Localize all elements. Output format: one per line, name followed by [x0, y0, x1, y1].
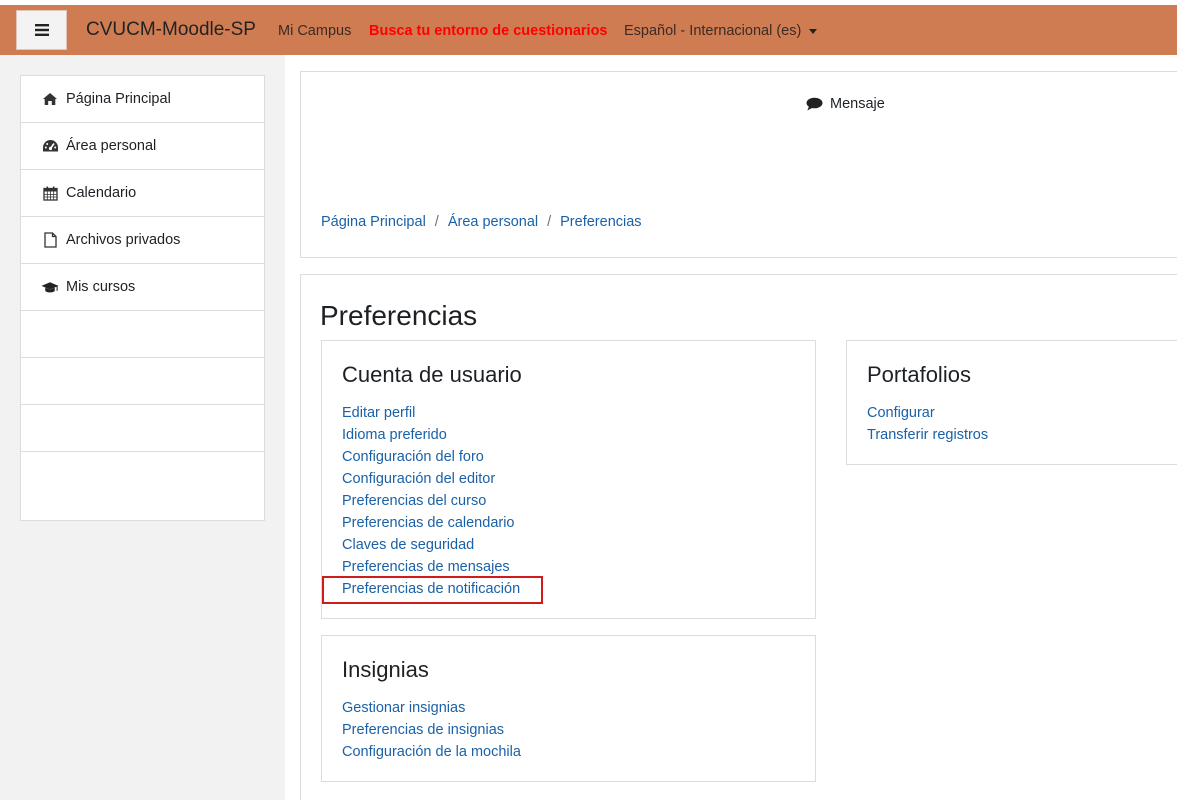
- sidebar-item-label: Archivos privados: [66, 232, 181, 248]
- home-icon: [41, 91, 59, 107]
- site-brand[interactable]: CVUCM-Moodle-SP: [86, 19, 256, 41]
- nav-drawer-toggle-button[interactable]: [16, 10, 67, 50]
- nav-drawer: Página Principal Área personal Calendari…: [20, 75, 265, 521]
- insignias-section: Insignias Gestionar insignias Preferenci…: [321, 635, 816, 782]
- preferencias-calendario-link[interactable]: Preferencias de calendario: [342, 512, 520, 534]
- editar-perfil-link[interactable]: Editar perfil: [342, 402, 520, 424]
- section-links: Gestionar insignias Preferencias de insi…: [342, 697, 521, 763]
- section-title: Cuenta de usuario: [342, 362, 522, 387]
- gestionar-insignias-link[interactable]: Gestionar insignias: [342, 697, 521, 719]
- sidebar-item-label: Página Principal: [66, 91, 171, 107]
- comment-icon: [806, 97, 823, 111]
- sidebar-item-empty: [21, 311, 264, 358]
- section-title: Insignias: [342, 657, 429, 682]
- caret-down-icon: [809, 28, 818, 34]
- preferencias-notificacion-link[interactable]: Preferencias de notificación: [342, 578, 520, 600]
- breadcrumb-separator: /: [547, 214, 552, 230]
- top-navbar: CVUCM-Moodle-SP Mi Campus Busca tu entor…: [0, 5, 1177, 55]
- configurar-link[interactable]: Configurar: [867, 402, 988, 424]
- preferencias-curso-link[interactable]: Preferencias del curso: [342, 490, 520, 512]
- idioma-preferido-link[interactable]: Idioma preferido: [342, 424, 520, 446]
- transferir-registros-link[interactable]: Transferir registros: [867, 424, 988, 446]
- breadcrumb-item-preferencias[interactable]: Preferencias: [560, 214, 641, 230]
- calendar-icon: [41, 185, 59, 201]
- nav-mi-campus-link[interactable]: Mi Campus: [278, 23, 351, 39]
- sidebar-item-label: Área personal: [66, 138, 157, 154]
- cuenta-de-usuario-section: Cuenta de usuario Editar perfil Idioma p…: [321, 340, 816, 619]
- breadcrumb: Página Principal / Área personal / Prefe…: [321, 214, 642, 230]
- configuracion-foro-link[interactable]: Configuración del foro: [342, 446, 520, 468]
- configuracion-mochila-link[interactable]: Configuración de la mochila: [342, 741, 521, 763]
- breadcrumb-item-area-personal[interactable]: Área personal: [448, 214, 538, 230]
- sidebar-item-label: Calendario: [66, 185, 137, 201]
- breadcrumb-item-pagina-principal[interactable]: Página Principal: [321, 214, 426, 230]
- claves-seguridad-link[interactable]: Claves de seguridad: [342, 534, 520, 556]
- page-title: Preferencias: [320, 300, 478, 331]
- sidebar-item-pagina-principal[interactable]: Página Principal: [21, 76, 264, 123]
- nav-busca-link[interactable]: Busca tu entorno de cuestionarios: [369, 23, 608, 39]
- preferencias-mensajes-link[interactable]: Preferencias de mensajes: [342, 556, 520, 578]
- language-menu[interactable]: Español - Internacional (es): [624, 23, 818, 39]
- message-button[interactable]: Mensaje: [806, 96, 885, 112]
- sidebar-item-empty: [21, 358, 264, 405]
- graduation-cap-icon: [41, 279, 59, 295]
- sidebar-item-label: Mis cursos: [66, 279, 136, 295]
- hamburger-menu-icon: [34, 24, 49, 36]
- page-header: Mensaje Página Principal / Área personal…: [300, 71, 1177, 258]
- sidebar-item-mis-cursos[interactable]: Mis cursos: [21, 264, 264, 311]
- configuracion-editor-link[interactable]: Configuración del editor: [342, 468, 520, 490]
- section-links: Configurar Transferir registros: [867, 402, 988, 446]
- message-label: Mensaje: [830, 96, 885, 112]
- section-links: Editar perfil Idioma preferido Configura…: [342, 402, 520, 600]
- language-label: Español - Internacional (es): [624, 23, 802, 39]
- sidebar-item-calendario[interactable]: Calendario: [21, 170, 264, 217]
- portafolios-section: Portafolios Configurar Transferir regist…: [846, 340, 1177, 465]
- dashboard-icon: [41, 138, 59, 154]
- breadcrumb-separator: /: [434, 214, 439, 230]
- sidebar-item-archivos-privados[interactable]: Archivos privados: [21, 217, 264, 264]
- sidebar-item-empty: [21, 452, 264, 499]
- file-icon: [41, 232, 59, 248]
- sidebar-item-empty: [21, 405, 264, 452]
- preferencias-insignias-link[interactable]: Preferencias de insignias: [342, 719, 521, 741]
- section-title: Portafolios: [867, 362, 971, 387]
- sidebar-item-area-personal[interactable]: Área personal: [21, 123, 264, 170]
